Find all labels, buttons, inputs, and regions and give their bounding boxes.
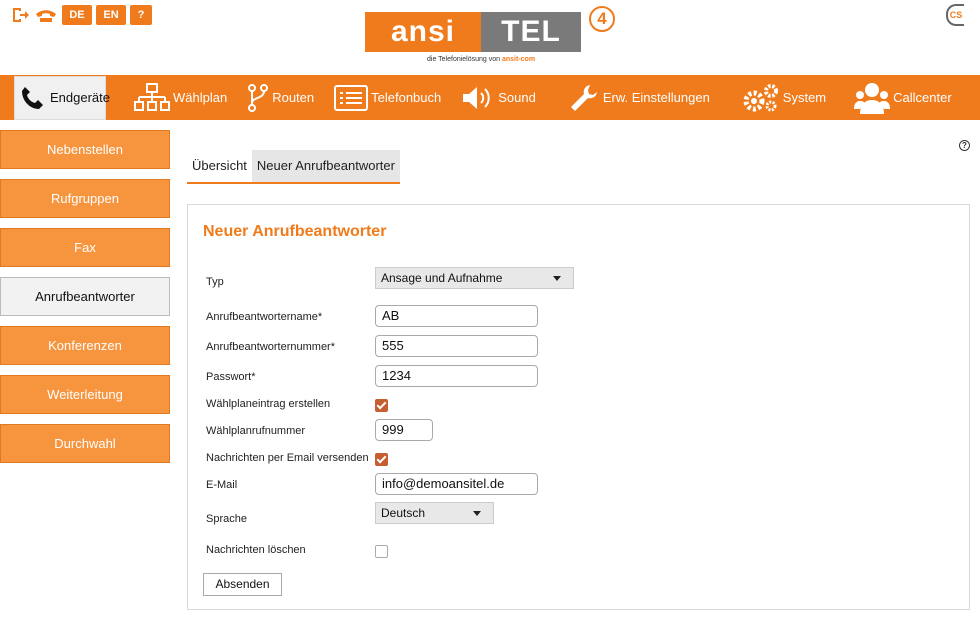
nav-label: Telefonbuch xyxy=(371,90,442,105)
sidebar-item-rufgruppen[interactable]: Rufgruppen xyxy=(0,179,170,218)
form-title: Neuer Anrufbeantworter xyxy=(203,223,387,240)
language-select[interactable]: Deutsch xyxy=(375,502,494,524)
dialplan-number-input[interactable]: 999 xyxy=(375,419,433,441)
dialplan-number-label: Wählplanrufnummer xyxy=(206,425,306,437)
top-header: DE EN ? ansi TEL 4 die Telefonielösung v… xyxy=(0,0,980,75)
top-toolbar: DE EN ? xyxy=(10,5,152,25)
language-select-value: Deutsch xyxy=(381,506,426,520)
dialplan-entry-label: Wählplaneintrag erstellen xyxy=(206,398,331,410)
users-icon xyxy=(854,81,891,115)
nav-item-system[interactable]: System xyxy=(732,75,836,120)
typ-select[interactable]: Ansage und Aufnahme xyxy=(375,267,574,289)
speaker-icon xyxy=(461,84,495,112)
sidebar-item-durchwahl[interactable]: Durchwahl xyxy=(0,424,170,463)
chevron-down-icon xyxy=(553,276,561,281)
language-label: Sprache xyxy=(206,513,247,525)
help-button[interactable]: ? xyxy=(130,5,152,25)
logo-tagline-brand: ansit-com xyxy=(501,56,536,63)
main-nav: Endgeräte Wählplan Routen Telefonbuch So… xyxy=(0,75,980,120)
lang-de-button[interactable]: DE xyxy=(62,5,92,25)
phone-icon xyxy=(19,84,47,112)
number-label: Anrufbeantworternummer* xyxy=(206,341,336,353)
sidebar-item-konferenzen[interactable]: Konferenzen xyxy=(0,326,170,365)
dialplan-entry-checkbox[interactable] xyxy=(375,399,388,412)
sidebar-item-fax[interactable]: Fax xyxy=(0,228,170,267)
number-input[interactable]: 555 xyxy=(375,335,538,357)
nav-label: System xyxy=(782,90,827,105)
nav-item-callcenter[interactable]: Callcenter xyxy=(844,75,962,120)
nav-label: Wählplan xyxy=(173,90,228,105)
nav-label: Sound xyxy=(498,90,536,105)
name-label: Anrufbeantwortername* xyxy=(206,311,323,323)
chevron-down-icon xyxy=(473,511,481,516)
password-label: Passwort* xyxy=(206,371,256,383)
gears-icon xyxy=(742,82,780,114)
password-input[interactable]: 1234 xyxy=(375,365,538,387)
email-send-label: Nachrichten per Email versenden xyxy=(206,452,369,464)
sidebar: Nebenstellen Rufgruppen Fax Anrufbeantwo… xyxy=(0,130,170,473)
logo-tagline-text: die Telefonielösung von xyxy=(427,56,502,63)
nav-label: Callcenter xyxy=(893,90,952,105)
tab-new-answering-machine[interactable]: Neuer Anrufbeantworter xyxy=(251,150,400,182)
tab-overview[interactable]: Übersicht xyxy=(187,150,252,182)
wrench-icon xyxy=(568,82,600,114)
logout-icon[interactable] xyxy=(10,5,30,25)
delete-label: Nachrichten löschen xyxy=(206,544,306,556)
route-icon xyxy=(247,83,269,113)
nav-item-sound[interactable]: Sound xyxy=(451,75,546,120)
logo-tagline: die Telefonielösung von ansit-com xyxy=(427,56,535,63)
ansitel-logo: ansi TEL 4 die Telefonielösung von ansit… xyxy=(365,6,620,68)
delete-checkbox[interactable] xyxy=(375,545,388,558)
nav-item-telefonbuch[interactable]: Telefonbuch xyxy=(324,75,451,120)
logo-part1: ansi xyxy=(365,12,481,52)
nav-item-endgeraete[interactable]: Endgeräte xyxy=(14,75,110,120)
nav-label: Erw. Einstellungen xyxy=(602,90,710,105)
nav-label: Routen xyxy=(272,90,315,105)
email-input[interactable]: info@demoansitel.de xyxy=(375,473,538,495)
lang-en-button[interactable]: EN xyxy=(96,5,126,25)
email-label: E-Mail xyxy=(206,479,238,491)
nav-item-routen[interactable]: Routen xyxy=(237,75,324,120)
logo-version: 4 xyxy=(589,6,615,32)
form-panel: Neuer Anrufbeantworter Typ Ansage und Au… xyxy=(187,204,970,610)
list-icon xyxy=(334,84,369,111)
sidebar-item-weiterleitung[interactable]: Weiterleitung xyxy=(0,375,170,414)
nav-item-erw-einstellungen[interactable]: Erw. Einstellungen xyxy=(558,75,720,120)
logo-part2: TEL xyxy=(481,12,581,52)
submit-button[interactable]: Absenden xyxy=(203,573,282,596)
sidebar-item-anrufbeantworter[interactable]: Anrufbeantworter xyxy=(0,277,170,316)
nav-item-waehlplan[interactable]: Wählplan xyxy=(124,75,237,120)
sidebar-item-nebenstellen[interactable]: Nebenstellen xyxy=(0,130,170,169)
sitemap-icon xyxy=(134,82,170,113)
typ-label: Typ xyxy=(206,276,224,288)
email-send-checkbox[interactable] xyxy=(375,453,388,466)
help-icon[interactable]: ? xyxy=(959,140,970,151)
content-tabs: Übersicht Neuer Anrufbeantworter xyxy=(187,150,400,184)
cs-icon[interactable]: CS xyxy=(946,4,964,26)
typ-select-value: Ansage und Aufnahme xyxy=(381,271,503,285)
name-input[interactable]: AB xyxy=(375,305,538,327)
nav-label: Endgeräte xyxy=(50,90,110,105)
hangup-icon[interactable] xyxy=(34,5,58,25)
